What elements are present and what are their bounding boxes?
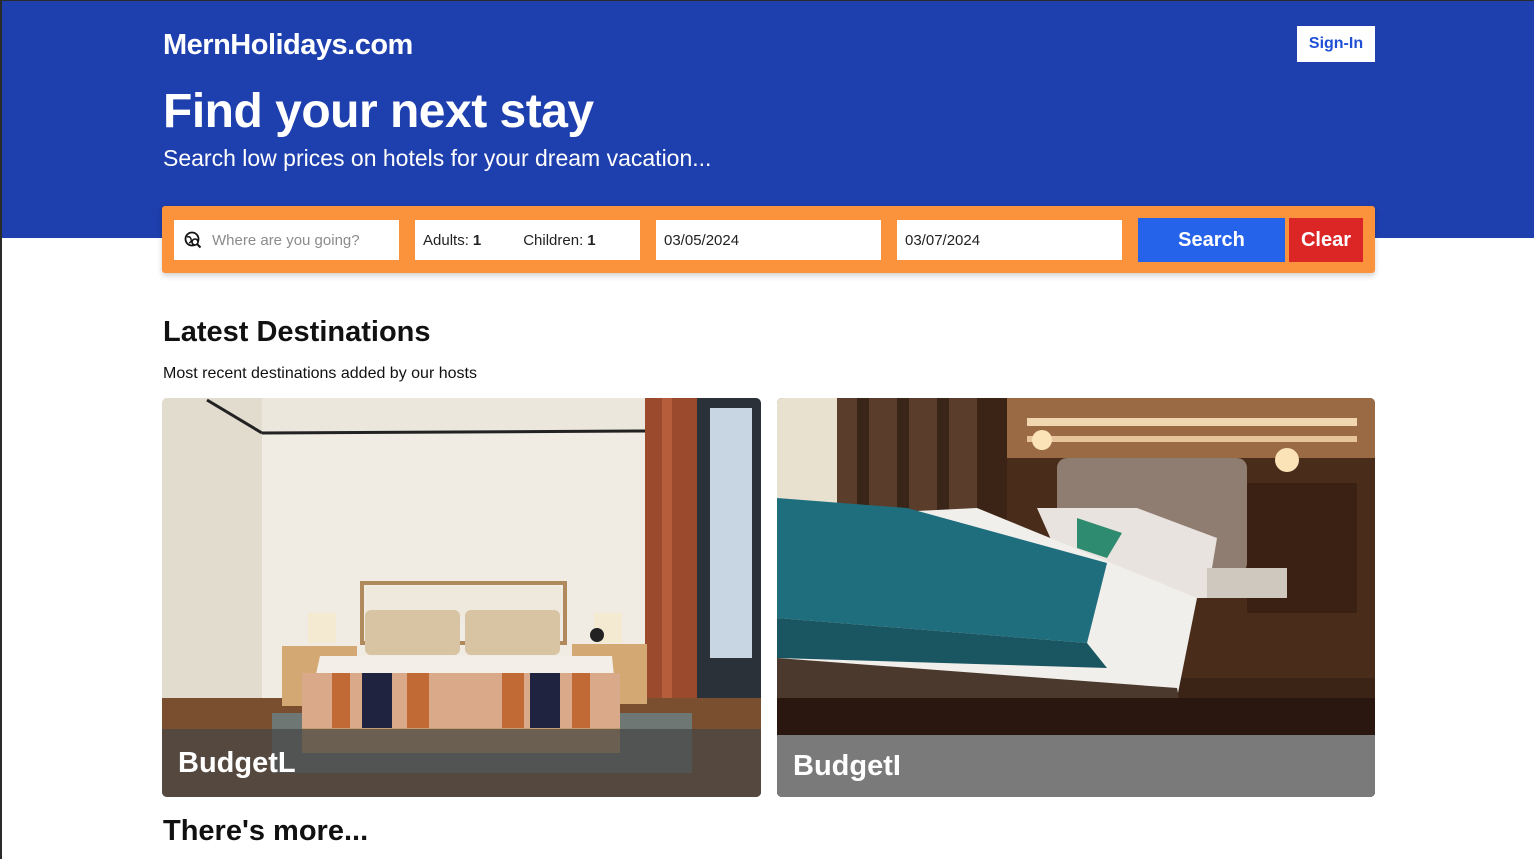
children-value[interactable]: 1 [587,232,595,249]
window-edge [0,0,2,859]
latest-destinations-title: Latest Destinations [163,316,431,348]
destination-name[interactable]: BudgetI [777,735,1375,797]
destination-card[interactable]: BudgetL [162,398,761,797]
destination-card[interactable]: BudgetI [777,398,1375,797]
sign-in-button[interactable]: Sign-In [1297,26,1375,62]
search-bar: Adults: 1 Children: 1 03/05/2024 03/07/2… [162,206,1375,273]
clear-button[interactable]: Clear [1289,218,1363,262]
destination-input[interactable] [212,231,392,249]
latest-destinations-subtitle: Most recent destinations added by our ho… [163,365,477,382]
destination-field[interactable] [174,220,399,260]
more-section-title: There's more... [163,815,369,847]
hero-title: Find your next stay [163,85,594,138]
check-out-date-field[interactable]: 03/07/2024 [897,220,1122,260]
check-in-date-value[interactable]: 03/05/2024 [664,232,739,249]
check-in-date-field[interactable]: 03/05/2024 [656,220,881,260]
site-logo[interactable]: MernHolidays.com [163,29,413,62]
hero-subtitle: Search low prices on hotels for your dre… [163,145,712,171]
globe-search-icon [184,231,202,249]
search-button[interactable]: Search [1138,218,1285,262]
adults-value[interactable]: 1 [473,232,481,249]
adults-stepper[interactable]: Adults: 1 [423,232,481,249]
children-stepper[interactable]: Children: 1 [523,232,595,249]
wall-lamp [308,613,336,643]
children-label: Children: [523,231,584,249]
guests-field: Adults: 1 Children: 1 [415,220,640,260]
adults-label: Adults: [423,231,469,249]
destination-name[interactable]: BudgetL [162,729,761,797]
check-out-date-value[interactable]: 03/07/2024 [905,232,980,249]
